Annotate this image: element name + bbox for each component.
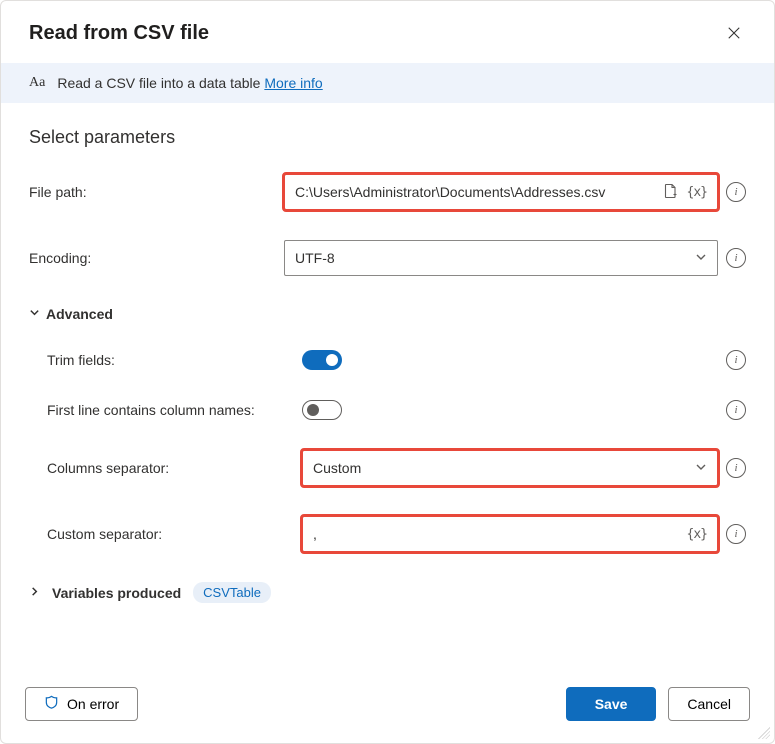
info-icon[interactable]: i [726, 524, 746, 544]
columns-separator-label: Columns separator: [47, 460, 292, 476]
text-style-icon: Aa [29, 75, 45, 91]
trim-fields-label: Trim fields: [47, 352, 292, 368]
close-icon[interactable] [722, 21, 746, 45]
row-file-path: File path: C:\Users\Administrator\Docume… [29, 174, 746, 210]
columns-separator-select[interactable]: Custom [302, 450, 718, 486]
section-title: Select parameters [29, 127, 746, 148]
info-banner: Aa Read a CSV file into a data table Mor… [1, 63, 774, 103]
chevron-right-icon [29, 586, 40, 600]
columns-separator-value: Custom [313, 460, 361, 476]
dialog-body: Select parameters File path: C:\Users\Ad… [1, 103, 774, 671]
on-error-label: On error [67, 696, 119, 712]
on-error-button[interactable]: On error [25, 687, 138, 721]
dialog-footer: On error Save Cancel [1, 671, 774, 743]
first-line-toggle[interactable] [302, 400, 342, 420]
custom-separator-value: , [313, 526, 317, 542]
variables-label: Variables produced [52, 585, 181, 601]
row-encoding: Encoding: UTF-8 i [29, 240, 746, 276]
info-icon[interactable]: i [726, 458, 746, 478]
row-custom-separator: Custom separator: , {x} i [29, 516, 746, 552]
row-trim-fields: Trim fields: i [29, 350, 746, 370]
variable-pill[interactable]: CSVTable [193, 582, 271, 603]
row-first-line: First line contains column names: i [29, 400, 746, 420]
file-path-value: C:\Users\Administrator\Documents\Address… [295, 184, 605, 200]
save-button[interactable]: Save [566, 687, 657, 721]
file-picker-icon[interactable] [663, 183, 679, 202]
dialog-title: Read from CSV file [29, 22, 209, 45]
variables-produced-row[interactable]: Variables produced CSVTable [29, 582, 746, 603]
banner-text: Read a CSV file into a data table More i… [57, 75, 322, 91]
chevron-down-icon [695, 251, 707, 266]
resize-grip-icon[interactable] [758, 727, 770, 739]
advanced-toggle[interactable]: Advanced [29, 306, 746, 322]
first-line-label: First line contains column names: [47, 402, 292, 418]
encoding-label: Encoding: [29, 250, 274, 266]
more-info-link[interactable]: More info [264, 75, 322, 91]
dialog-header: Read from CSV file [1, 1, 774, 63]
variable-icon[interactable]: {x} [687, 527, 707, 542]
info-icon[interactable]: i [726, 248, 746, 268]
trim-fields-toggle[interactable] [302, 350, 342, 370]
row-columns-separator: Columns separator: Custom i [29, 450, 746, 486]
custom-separator-input[interactable]: , {x} [302, 516, 718, 552]
read-csv-dialog: Read from CSV file Aa Read a CSV file in… [0, 0, 775, 744]
variable-icon[interactable]: {x} [687, 185, 707, 200]
chevron-down-icon [29, 307, 40, 321]
chevron-down-icon [695, 461, 707, 476]
custom-separator-label: Custom separator: [47, 526, 292, 542]
info-icon[interactable]: i [726, 350, 746, 370]
info-icon[interactable]: i [726, 400, 746, 420]
cancel-button[interactable]: Cancel [668, 687, 750, 721]
advanced-label: Advanced [46, 306, 113, 322]
file-path-input[interactable]: C:\Users\Administrator\Documents\Address… [284, 174, 718, 210]
encoding-select[interactable]: UTF-8 [284, 240, 718, 276]
encoding-value: UTF-8 [295, 250, 335, 266]
shield-icon [44, 695, 59, 713]
info-icon[interactable]: i [726, 182, 746, 202]
file-path-label: File path: [29, 184, 274, 200]
